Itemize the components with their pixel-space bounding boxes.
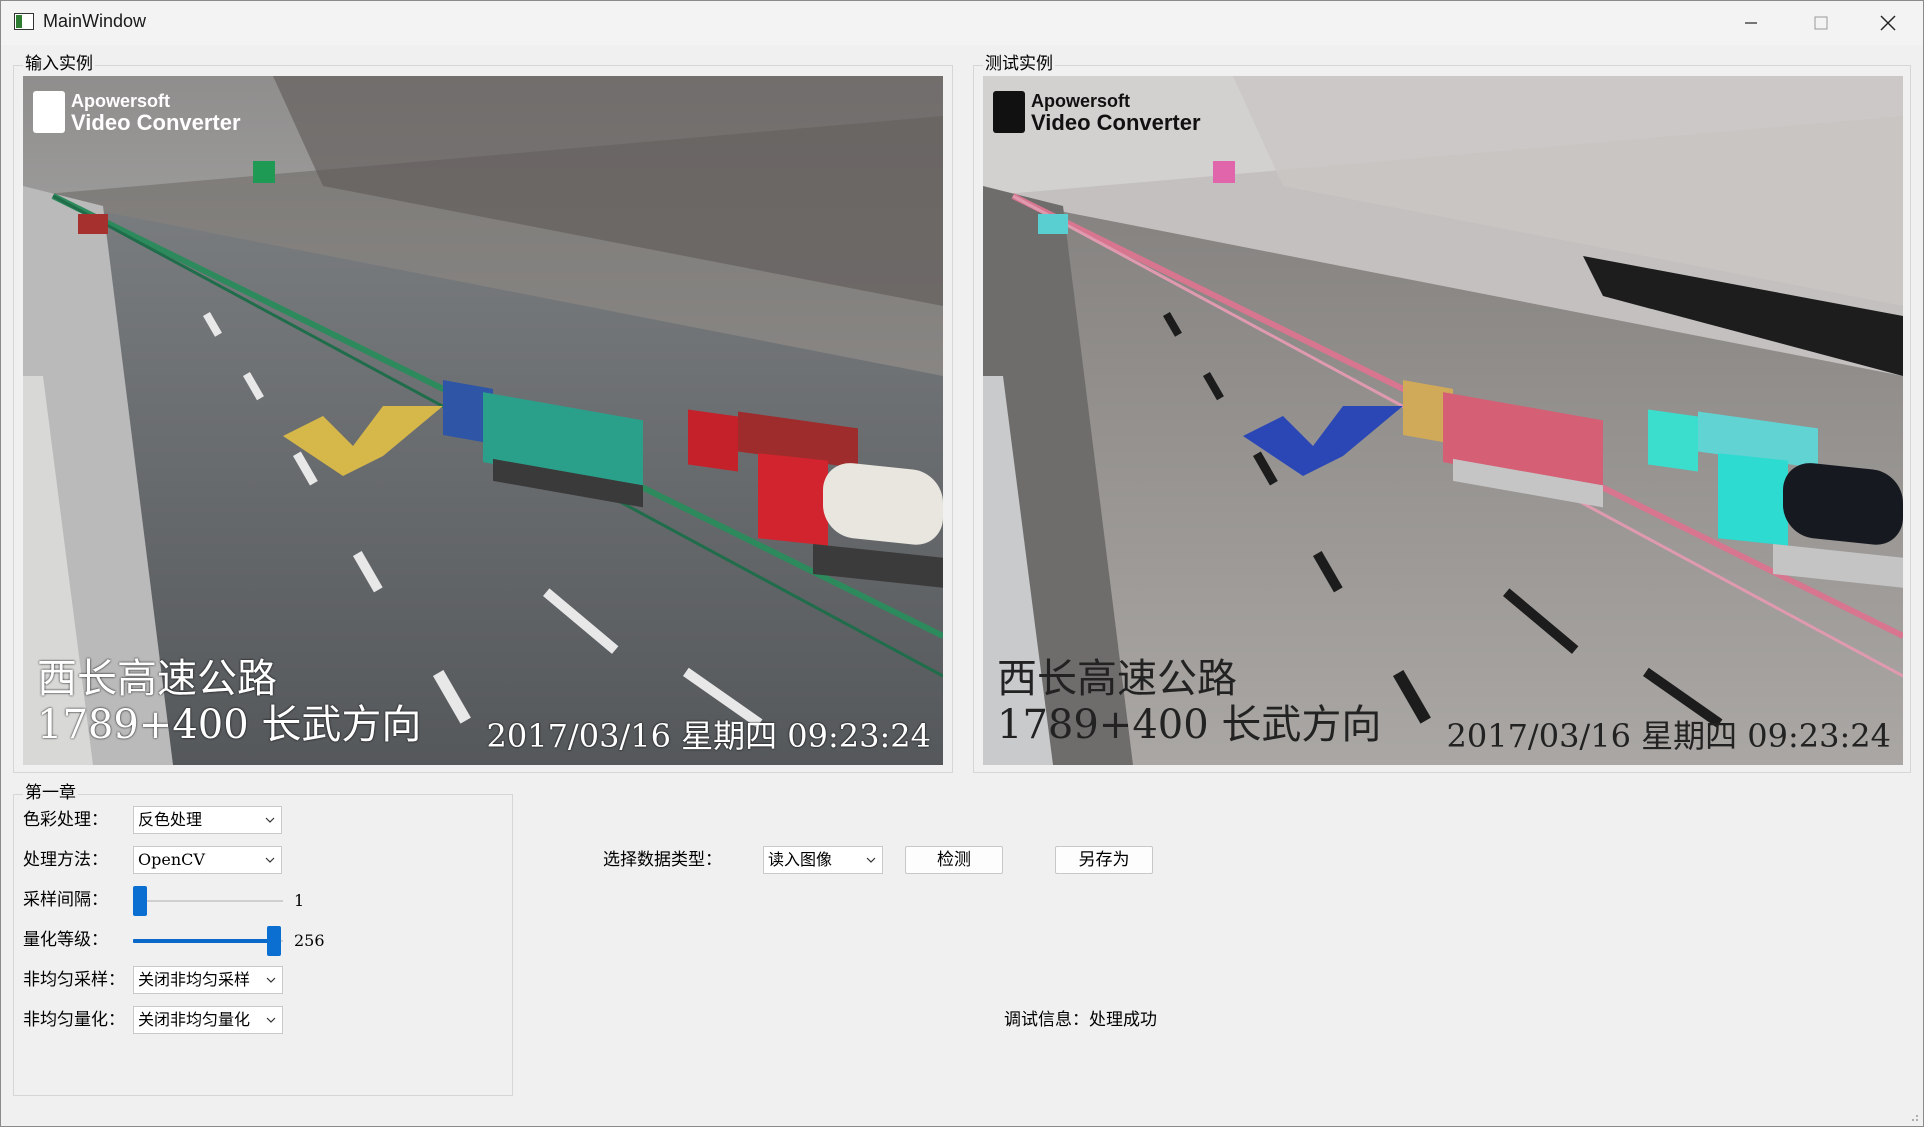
chapter-group-title: 第一章 — [23, 783, 78, 803]
input-image: Apowersoft Video Converter 西长高速公路 1789+4… — [23, 76, 943, 765]
logo-mark-icon — [33, 91, 65, 133]
nonuniform-quant-label: 非均匀量化： — [23, 1010, 125, 1030]
data-type-select[interactable]: 读入图像 — [763, 846, 883, 874]
input-timestamp: 2017/03/16 星期四 09:23:24 — [486, 717, 931, 755]
chevron-down-icon — [866, 857, 876, 863]
test-logo-line2: Video Converter — [1031, 110, 1201, 135]
input-logo-line1: Apowersoft — [71, 91, 170, 111]
test-timestamp: 2017/03/16 星期四 09:23:24 — [1446, 717, 1891, 755]
input-logo-line2: Video Converter — [71, 110, 241, 135]
debug-info: 调试信息：处理成功 — [1004, 1009, 1157, 1031]
test-group-title: 测试实例 — [983, 54, 1055, 74]
chevron-down-icon — [266, 1015, 276, 1025]
minimize-icon — [1745, 22, 1757, 24]
debug-value: 处理成功 — [1089, 1010, 1157, 1030]
data-type-value: 读入图像 — [768, 850, 833, 869]
nonuniform-sampling-select[interactable]: 关闭非均匀采样 — [133, 966, 283, 994]
maximize-icon — [1814, 16, 1828, 30]
test-logo: Apowersoft Video Converter — [993, 90, 1201, 134]
nonuniform-sampling-label: 非均匀采样： — [23, 970, 125, 990]
title-bar: MainWindow — [1, 1, 1923, 45]
input-group-title: 输入实例 — [23, 54, 95, 74]
chevron-down-icon — [265, 817, 275, 823]
chevron-down-icon — [266, 975, 276, 985]
close-button[interactable] — [1853, 1, 1923, 45]
input-road-caption: 西长高速公路 1789+400 长武方向 — [37, 656, 421, 748]
test-road-line1: 西长高速公路 — [997, 656, 1237, 702]
quant-value: 256 — [294, 931, 325, 950]
app-icon — [14, 13, 34, 30]
sampling-label: 采样间隔： — [23, 890, 108, 910]
sampling-slider-track[interactable] — [133, 900, 283, 902]
main-window: MainWindow 输入实例 Apowersoft Video Convert… — [0, 0, 1924, 1127]
window-title: MainWindow — [43, 11, 147, 31]
quant-slider-handle[interactable] — [267, 926, 281, 956]
maximize-button[interactable] — [1786, 1, 1856, 45]
test-road-line2: 1789+400 长武方向 — [997, 702, 1382, 748]
color-processing-label: 色彩处理： — [23, 810, 108, 830]
input-road-line2: 1789+400 长武方向 — [37, 702, 422, 748]
debug-label: 调试信息： — [1004, 1010, 1089, 1030]
nonuniform-quant-value: 关闭非均匀量化 — [138, 1010, 251, 1029]
quant-slider-fill — [133, 939, 273, 943]
nonuniform-quant-select[interactable]: 关闭非均匀量化 — [133, 1006, 283, 1034]
detect-button[interactable]: 检测 — [905, 846, 1003, 874]
resize-grip-icon[interactable] — [1909, 1112, 1919, 1122]
sampling-value: 1 — [294, 891, 305, 910]
method-label: 处理方法： — [23, 850, 108, 870]
data-type-label: 选择数据类型： — [603, 850, 722, 870]
input-logo: Apowersoft Video Converter — [33, 90, 241, 134]
test-road-caption: 西长高速公路 1789+400 长武方向 — [997, 656, 1381, 748]
method-select[interactable]: OpenCV — [133, 846, 282, 874]
color-processing-value: 反色处理 — [138, 810, 203, 829]
test-logo-line1: Apowersoft — [1031, 91, 1130, 111]
test-image: Apowersoft Video Converter 西长高速公路 1789+4… — [983, 76, 1903, 765]
minimize-button[interactable] — [1716, 1, 1786, 45]
input-road-line1: 西长高速公路 — [37, 656, 277, 702]
logo-mark-icon — [993, 91, 1025, 133]
sampling-slider-handle[interactable] — [133, 886, 147, 916]
method-value: OpenCV — [138, 850, 205, 869]
nonuniform-sampling-value: 关闭非均匀采样 — [138, 970, 251, 989]
quant-label: 量化等级： — [23, 930, 108, 950]
color-processing-select[interactable]: 反色处理 — [133, 806, 282, 834]
save-as-button[interactable]: 另存为 — [1055, 846, 1153, 874]
close-icon — [1880, 15, 1896, 31]
chevron-down-icon — [265, 857, 275, 863]
